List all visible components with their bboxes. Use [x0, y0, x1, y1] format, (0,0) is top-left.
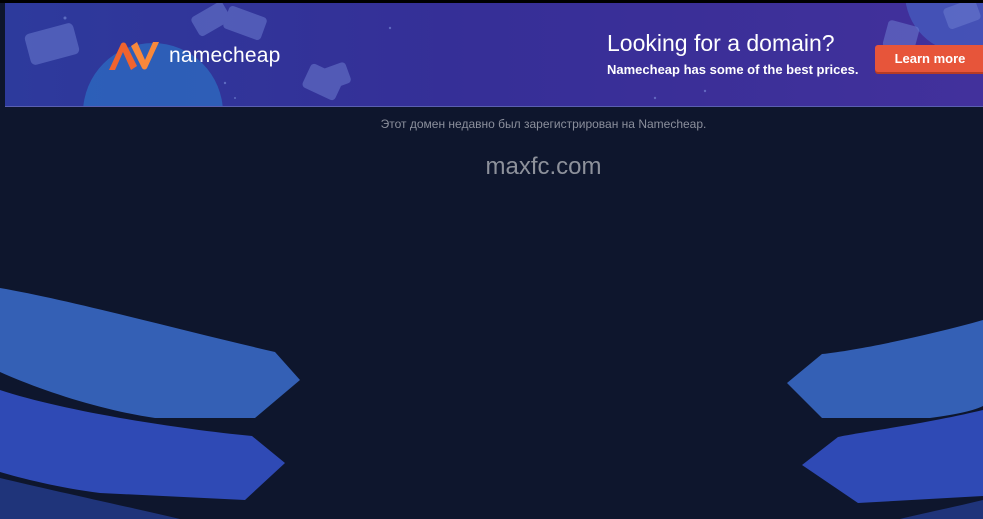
brand-name: namecheap — [169, 44, 281, 67]
learn-more-button[interactable]: Learn more — [875, 45, 983, 72]
left-band-upper — [0, 288, 300, 418]
registration-notice: Этот домен недавно был зарегистрирован н… — [380, 117, 707, 131]
right-band-upper — [787, 320, 983, 418]
promo-banner[interactable]: namecheap Looking for a domain? Namechea… — [5, 3, 983, 107]
domain-name: maxfc.com — [485, 153, 602, 180]
banner-subline: Namecheap has some of the best prices. — [607, 62, 859, 77]
right-band-lower — [802, 410, 983, 503]
banner-headline: Looking for a domain? — [607, 30, 835, 56]
namecheap-logo-icon — [109, 42, 159, 70]
namecheap-brand[interactable]: namecheap — [107, 40, 281, 72]
right-band-corner — [900, 500, 983, 519]
